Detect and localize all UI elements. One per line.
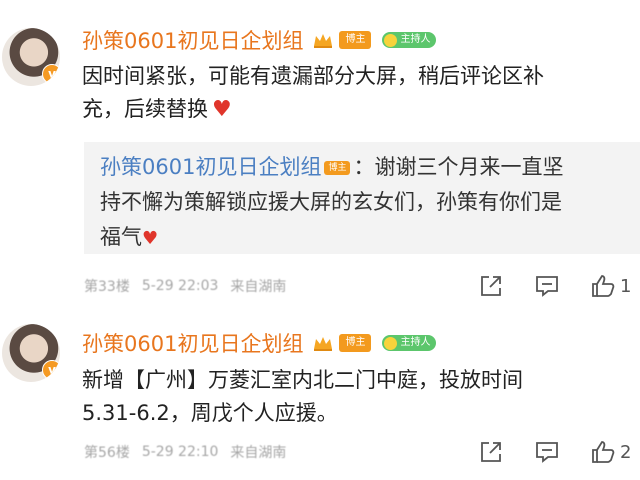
crown-icon — [312, 31, 334, 49]
comment-line: 充，后续替换 — [82, 97, 208, 121]
reply-line: 谢谢三个月来一直坚 — [374, 155, 564, 179]
reply-box[interactable]: 孙策0601初见日企划组 博主 ：谢谢三个月来一直坚 持不懈为策解锁应援大屏的玄女们… — [84, 142, 640, 254]
comment-text: 因时间紧张，可能有遗漏部分大屏，稍后评论区补 充，后续替换 ♥ — [82, 60, 630, 126]
comment-line: 新增【广州】万菱汇室内北二门中庭，投放时间 — [82, 368, 523, 392]
comment-meta: 第56楼 5-29 22:10 来自湖南 — [84, 440, 286, 464]
reply-owner-badge: 博主 — [324, 161, 351, 175]
like-icon — [590, 273, 616, 299]
reply-line: 福气 — [100, 225, 142, 249]
comment-header: 孙策0601初见日企划组 博主 主持人 — [82, 25, 437, 55]
comment-actions: 2 — [478, 438, 631, 466]
floor-number: 第33楼 — [84, 279, 130, 295]
host-badge-label: 主持人 — [400, 337, 431, 348]
reply-text: 孙策0601初见日企划组 博主 ：谢谢三个月来一直坚 持不懈为策解锁应援大屏的玄女们… — [100, 150, 620, 256]
heart-icon: ♥ — [142, 228, 159, 249]
host-badge-label: 主持人 — [400, 34, 431, 45]
like-icon — [590, 439, 616, 465]
verified-v-icon: v — [42, 64, 60, 84]
comment-item: v 孙策0601初见日企划组 博主 主持人 因时间紧张，可能有遗漏部分大屏，稍后… — [0, 0, 640, 312]
avatar[interactable]: v — [2, 28, 60, 86]
reply-username[interactable]: 孙策0601初见日企划组 — [100, 155, 321, 179]
username[interactable]: 孙策0601初见日企划组 — [82, 25, 303, 55]
heart-icon: ♥ — [212, 97, 232, 122]
comment-text: 新增【广州】万菱汇室内北二门中庭，投放时间 5.31-6.2，周戊个人应援。 — [82, 364, 630, 430]
username[interactable]: 孙策0601初见日企划组 — [82, 328, 303, 358]
host-badge-icon — [384, 336, 398, 350]
host-badge-icon — [384, 33, 398, 47]
reply-separator: ： — [353, 155, 375, 179]
comment-actions: 1 — [478, 272, 631, 300]
share-icon[interactable] — [478, 439, 504, 465]
source-location: 来自湖南 — [230, 445, 287, 461]
like-button[interactable]: 1 — [590, 273, 631, 299]
crown-icon — [312, 334, 334, 352]
verified-v-icon: v — [42, 360, 60, 380]
owner-badge: 博主 — [339, 31, 372, 49]
reply-line: 持不懈为策解锁应援大屏的玄女们，孙策有你们是 — [100, 190, 562, 214]
comment-line: 因时间紧张，可能有遗漏部分大屏，稍后评论区补 — [82, 64, 544, 88]
comment-header: 孙策0601初见日企划组 博主 主持人 — [82, 328, 437, 358]
timestamp: 5-29 22:10 — [141, 444, 219, 460]
avatar[interactable]: v — [2, 324, 60, 382]
owner-badge: 博主 — [339, 334, 372, 352]
like-button[interactable]: 2 — [590, 439, 631, 465]
share-icon[interactable] — [478, 273, 504, 299]
like-count: 1 — [620, 275, 632, 297]
like-count: 2 — [620, 441, 632, 463]
source-location: 来自湖南 — [230, 279, 287, 295]
comment-meta: 第33楼 5-29 22:03 来自湖南 — [84, 274, 286, 298]
comment-line: 5.31-6.2，周戊个人应援。 — [82, 401, 338, 425]
floor-number: 第56楼 — [84, 445, 130, 461]
host-badge: 主持人 — [382, 335, 437, 351]
timestamp: 5-29 22:03 — [141, 278, 219, 294]
host-badge: 主持人 — [382, 32, 437, 48]
comment-icon[interactable] — [534, 439, 560, 465]
comment-icon[interactable] — [534, 273, 560, 299]
